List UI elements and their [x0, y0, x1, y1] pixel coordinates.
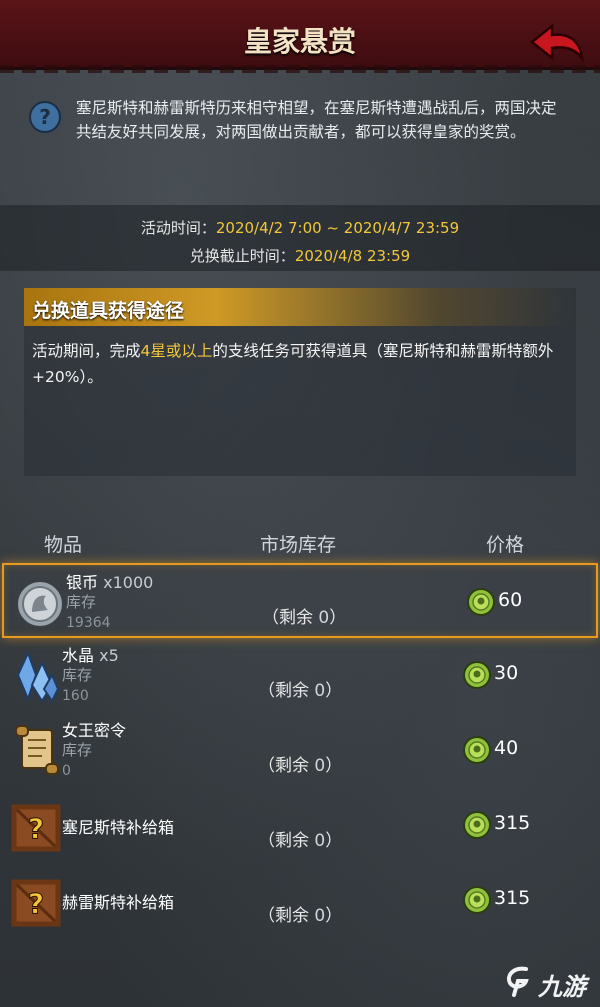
mystery-crate-icon: ?: [8, 870, 64, 930]
remaining: （剩余 0）: [258, 751, 342, 776]
panel-title: 兑换道具获得途径: [32, 300, 185, 322]
item-quantity: x5: [99, 646, 119, 665]
remaining-end: ）: [325, 756, 343, 776]
svg-text:?: ?: [28, 812, 44, 845]
exchange-deadline: 兑换截止时间：2020/4/8 23:59: [0, 245, 600, 266]
column-header-market: 市场库存: [260, 534, 337, 556]
currency-coin-icon: [462, 810, 492, 840]
event-time-label: 活动时间：: [140, 219, 216, 237]
back-arrow-icon: [529, 23, 584, 63]
panel-text: 活动期间，完成4星或以上的支线任务可获得道具（塞尼斯特和赫雷斯特额外+20%）。: [32, 338, 568, 390]
remaining-end: ）: [325, 681, 343, 701]
crystal-icon: [8, 645, 64, 705]
acquisition-panel: 兑换道具获得途径 活动期间，完成4星或以上的支线任务可获得道具（塞尼斯特和赫雷斯…: [24, 288, 576, 476]
remaining-label: （剩余: [258, 681, 309, 701]
remaining-value: 0: [314, 831, 326, 851]
shop-row[interactable]: ? 塞尼斯特补给箱 （剩余 0） 315: [0, 788, 600, 863]
shop-row[interactable]: 水晶 x5 库存 160 （剩余 0） 30: [0, 638, 600, 713]
mystery-crate-icon: ?: [8, 795, 64, 855]
watermark-logo: 九游: [500, 963, 590, 1001]
item-price: 60: [498, 589, 523, 611]
item-name: 水晶 x5: [62, 642, 119, 666]
page-title: 皇家悬赏: [243, 25, 356, 58]
remaining-label: （剩余: [262, 608, 313, 628]
remaining-end: ）: [325, 831, 343, 851]
exchange-deadline-value: 2020/4/8 23:59: [294, 247, 411, 265]
stock-label: 库存: [62, 741, 93, 759]
remaining-value: 0: [314, 681, 326, 701]
shop-row[interactable]: ? 赫雷斯特补给箱 （剩余 0） 315: [0, 863, 600, 938]
silver-coin-icon: [12, 572, 68, 632]
stock-label: 库存: [62, 666, 93, 684]
remaining-end: ）: [329, 608, 347, 628]
column-header-item: 物品: [44, 534, 83, 556]
remaining: （剩余 0）: [258, 676, 342, 701]
stock-value: 160: [62, 688, 89, 704]
exchange-deadline-label: 兑换截止时间：: [189, 247, 295, 265]
shop-row[interactable]: 银币 x1000 库存 19364 （剩余 0） 60: [2, 563, 598, 638]
event-description: 塞尼斯特和赫雷斯特历来相守相望，在塞尼斯特遭遇战乱后，两国决定共结友好共同发展，…: [76, 99, 557, 141]
remaining-label: （剩余: [258, 906, 309, 926]
item-price: 30: [494, 662, 519, 684]
nine-game-logo-icon: [507, 966, 529, 997]
item-name: 塞尼斯特补给箱: [62, 814, 174, 838]
event-time-strip: 活动时间：2020/4/2 7:00 ~ 2020/4/7 23:59 兑换截止…: [0, 205, 600, 271]
title-bar: 皇家悬赏: [0, 0, 600, 73]
panel-text-a: 活动期间，完成: [32, 342, 141, 360]
item-quantity: x1000: [103, 573, 154, 592]
currency-coin-icon: [462, 660, 492, 690]
item-name-text: 水晶: [62, 646, 95, 665]
item-price: 315: [494, 812, 531, 834]
panel-header: 兑换道具获得途径: [24, 288, 576, 326]
remaining-value: 0: [318, 608, 330, 628]
item-name: 银币 x1000: [66, 569, 153, 593]
item-name-text: 赫雷斯特补给箱: [62, 893, 175, 912]
remaining: （剩余 0）: [258, 826, 342, 851]
item-name-text: 塞尼斯特补给箱: [62, 818, 175, 837]
back-button[interactable]: [528, 22, 586, 64]
item-name-text: 银币: [66, 573, 99, 592]
event-time-value: 2020/4/2 7:00 ~ 2020/4/7 23:59: [215, 219, 460, 237]
item-price: 40: [494, 737, 519, 759]
help-icon[interactable]: ?: [28, 100, 62, 134]
scroll-icon: [8, 720, 64, 780]
shop-row[interactable]: 女王密令 库存 0 （剩余 0） 40: [0, 713, 600, 788]
stock-label: 库存: [66, 593, 97, 611]
svg-text:?: ?: [39, 105, 51, 129]
remaining-value: 0: [314, 756, 326, 776]
panel-text-highlight: 4星或以上: [140, 342, 213, 360]
remaining: （剩余 0）: [262, 603, 346, 628]
stock-value: 0: [62, 763, 71, 779]
item-name-text: 女王密令: [62, 721, 127, 740]
remaining-end: ）: [325, 906, 343, 926]
item-name: 女王密令: [62, 717, 126, 741]
remaining-label: （剩余: [258, 831, 309, 851]
currency-coin-icon: [466, 587, 496, 617]
remaining-value: 0: [314, 906, 326, 926]
remaining-label: （剩余: [258, 756, 309, 776]
column-header-price: 价格: [486, 534, 525, 556]
currency-coin-icon: [462, 735, 492, 765]
currency-coin-icon: [462, 885, 492, 915]
item-name: 赫雷斯特补给箱: [62, 889, 174, 913]
description-section: ? 塞尼斯特和赫雷斯特历来相守相望，在塞尼斯特遭遇战乱后，两国决定共结友好共同发…: [18, 92, 584, 172]
event-time: 活动时间：2020/4/2 7:00 ~ 2020/4/7 23:59: [0, 217, 600, 238]
stock-value: 19364: [66, 615, 111, 631]
svg-text:?: ?: [28, 887, 44, 920]
remaining: （剩余 0）: [258, 901, 342, 926]
item-price: 315: [494, 887, 531, 909]
watermark-text: 九游: [538, 973, 586, 1001]
